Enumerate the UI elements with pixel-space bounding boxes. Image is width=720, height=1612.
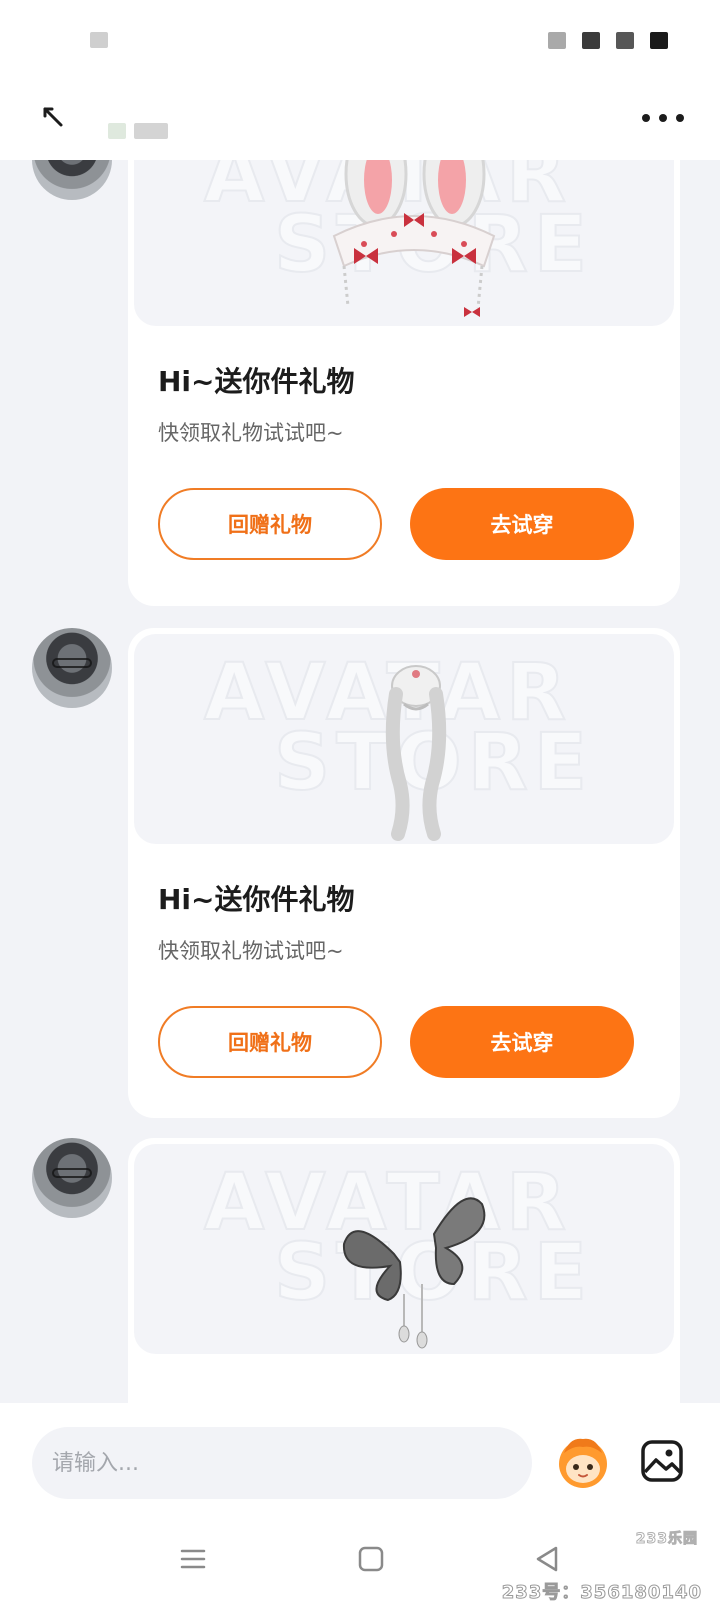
status-bar bbox=[0, 0, 720, 80]
watermark-id: 233号：356180140 bbox=[501, 1582, 702, 1604]
signal-icon bbox=[548, 32, 566, 49]
gift-title: Hi~送你件礼物 bbox=[158, 883, 355, 916]
gift-message: AVATAR STORE Hi~送你件礼物 快领取礼物试试吧~ 回赠礼物 去试穿 bbox=[0, 628, 720, 1128]
wifi-icon bbox=[582, 32, 600, 49]
back-arrow-icon[interactable] bbox=[36, 100, 72, 136]
status-icons bbox=[548, 32, 668, 49]
home-icon[interactable] bbox=[354, 1542, 388, 1576]
battery-icon bbox=[650, 32, 668, 49]
sender-avatar[interactable] bbox=[32, 1138, 112, 1218]
system-back-icon[interactable] bbox=[530, 1542, 564, 1576]
contact-name bbox=[108, 122, 176, 140]
gift-message: AVATAR STORE bbox=[0, 1138, 720, 1403]
silver-hair-icon bbox=[385, 665, 447, 841]
sender-avatar[interactable] bbox=[32, 160, 112, 200]
image-picker-icon[interactable] bbox=[640, 1439, 684, 1483]
butterfly-hairpin-icon bbox=[342, 1197, 486, 1349]
mascot-emoji-icon[interactable] bbox=[552, 1431, 614, 1493]
try-on-button[interactable]: 去试穿 bbox=[410, 1006, 634, 1078]
try-on-button[interactable]: 去试穿 bbox=[410, 488, 634, 560]
gift-item-preview[interactable]: AVATAR STORE bbox=[134, 634, 674, 844]
gift-card: AVATAR STORE bbox=[128, 160, 680, 606]
gift-card: AVATAR STORE bbox=[128, 1138, 680, 1403]
system-navigation-bar: 233乐园 233号：356180140 bbox=[0, 1508, 720, 1612]
contact-name-blur bbox=[134, 123, 168, 139]
watermark-logo: 233乐园 bbox=[635, 1531, 698, 1548]
gift-title: Hi~送你件礼物 bbox=[158, 365, 355, 398]
gift-message: AVATAR STORE bbox=[0, 160, 720, 610]
status-time-blurred bbox=[90, 32, 108, 48]
gift-card: AVATAR STORE Hi~送你件礼物 快领取礼物试试吧~ 回赠礼物 去试穿 bbox=[128, 628, 680, 1118]
bunny-ears-headband-icon bbox=[332, 160, 496, 317]
gift-back-button[interactable]: 回赠礼物 bbox=[158, 1006, 382, 1078]
message-input[interactable] bbox=[32, 1427, 532, 1499]
message-input-bar bbox=[0, 1403, 720, 1508]
recent-apps-icon[interactable] bbox=[176, 1542, 210, 1576]
more-options-icon[interactable] bbox=[642, 106, 684, 130]
gift-back-button[interactable]: 回赠礼物 bbox=[158, 488, 382, 560]
gift-item-preview[interactable]: AVATAR STORE bbox=[134, 1144, 674, 1354]
sender-avatar[interactable] bbox=[32, 628, 112, 708]
gift-item-preview[interactable]: AVATAR STORE bbox=[134, 160, 674, 326]
chat-header bbox=[0, 80, 720, 160]
data-icon bbox=[616, 32, 634, 49]
chat-message-list[interactable]: AVATAR STORE bbox=[0, 160, 720, 1403]
contact-name-blur bbox=[108, 123, 126, 139]
gift-subtitle: 快领取礼物试试吧~ bbox=[158, 939, 344, 963]
gift-subtitle: 快领取礼物试试吧~ bbox=[158, 421, 344, 445]
